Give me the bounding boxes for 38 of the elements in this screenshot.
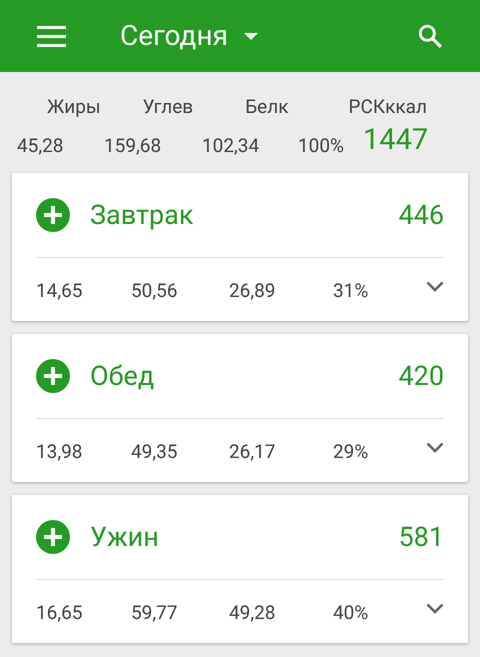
summary-label: ккал bbox=[385, 97, 427, 116]
summary-label: Углев bbox=[142, 97, 194, 116]
meal-name: Обед bbox=[90, 358, 154, 394]
summary-value: 100% bbox=[298, 134, 344, 159]
meal-value: 59,77 bbox=[131, 601, 178, 624]
summary-value: 159,68 bbox=[104, 134, 162, 159]
add-icon[interactable] bbox=[36, 520, 70, 554]
meal-calories: 446 bbox=[398, 198, 444, 233]
summary-value: 102,34 bbox=[202, 134, 260, 159]
search-icon[interactable] bbox=[417, 23, 443, 49]
date-dropdown[interactable]: Сегодня bbox=[120, 15, 258, 57]
add-icon[interactable] bbox=[36, 198, 70, 232]
total-calories: 1447 bbox=[363, 126, 428, 155]
meal-calories: 581 bbox=[398, 520, 444, 555]
summary-value: 45,28 bbox=[17, 134, 64, 159]
summary-label: Жиры bbox=[47, 97, 101, 116]
meal-value: 16,65 bbox=[36, 601, 82, 624]
meal-value: 50,56 bbox=[131, 279, 178, 302]
meal-value: 49,35 bbox=[131, 440, 178, 464]
meal-value: 29% bbox=[333, 440, 368, 464]
meal-value: 40% bbox=[333, 601, 368, 624]
chevron-icon[interactable] bbox=[426, 442, 444, 453]
meal-value: 26,17 bbox=[229, 440, 276, 464]
meal-value: 49,28 bbox=[229, 601, 276, 624]
meal-name: Ужин bbox=[90, 520, 159, 555]
meal-name: Завтрак bbox=[90, 198, 194, 233]
meal-value: 31% bbox=[333, 279, 368, 302]
menu-icon[interactable] bbox=[37, 26, 66, 46]
meal-value: 13,98 bbox=[36, 440, 82, 464]
chevron-icon[interactable] bbox=[426, 603, 444, 614]
meal-calories: 420 bbox=[398, 358, 444, 394]
summary-label: Белк bbox=[245, 97, 288, 116]
add-icon[interactable] bbox=[36, 359, 70, 393]
caret-icon bbox=[244, 32, 258, 40]
meal-value: 14,65 bbox=[36, 279, 82, 302]
chevron-icon[interactable] bbox=[426, 281, 444, 292]
meal-value: 26,89 bbox=[229, 279, 276, 302]
summary-label: РСК bbox=[348, 97, 386, 116]
